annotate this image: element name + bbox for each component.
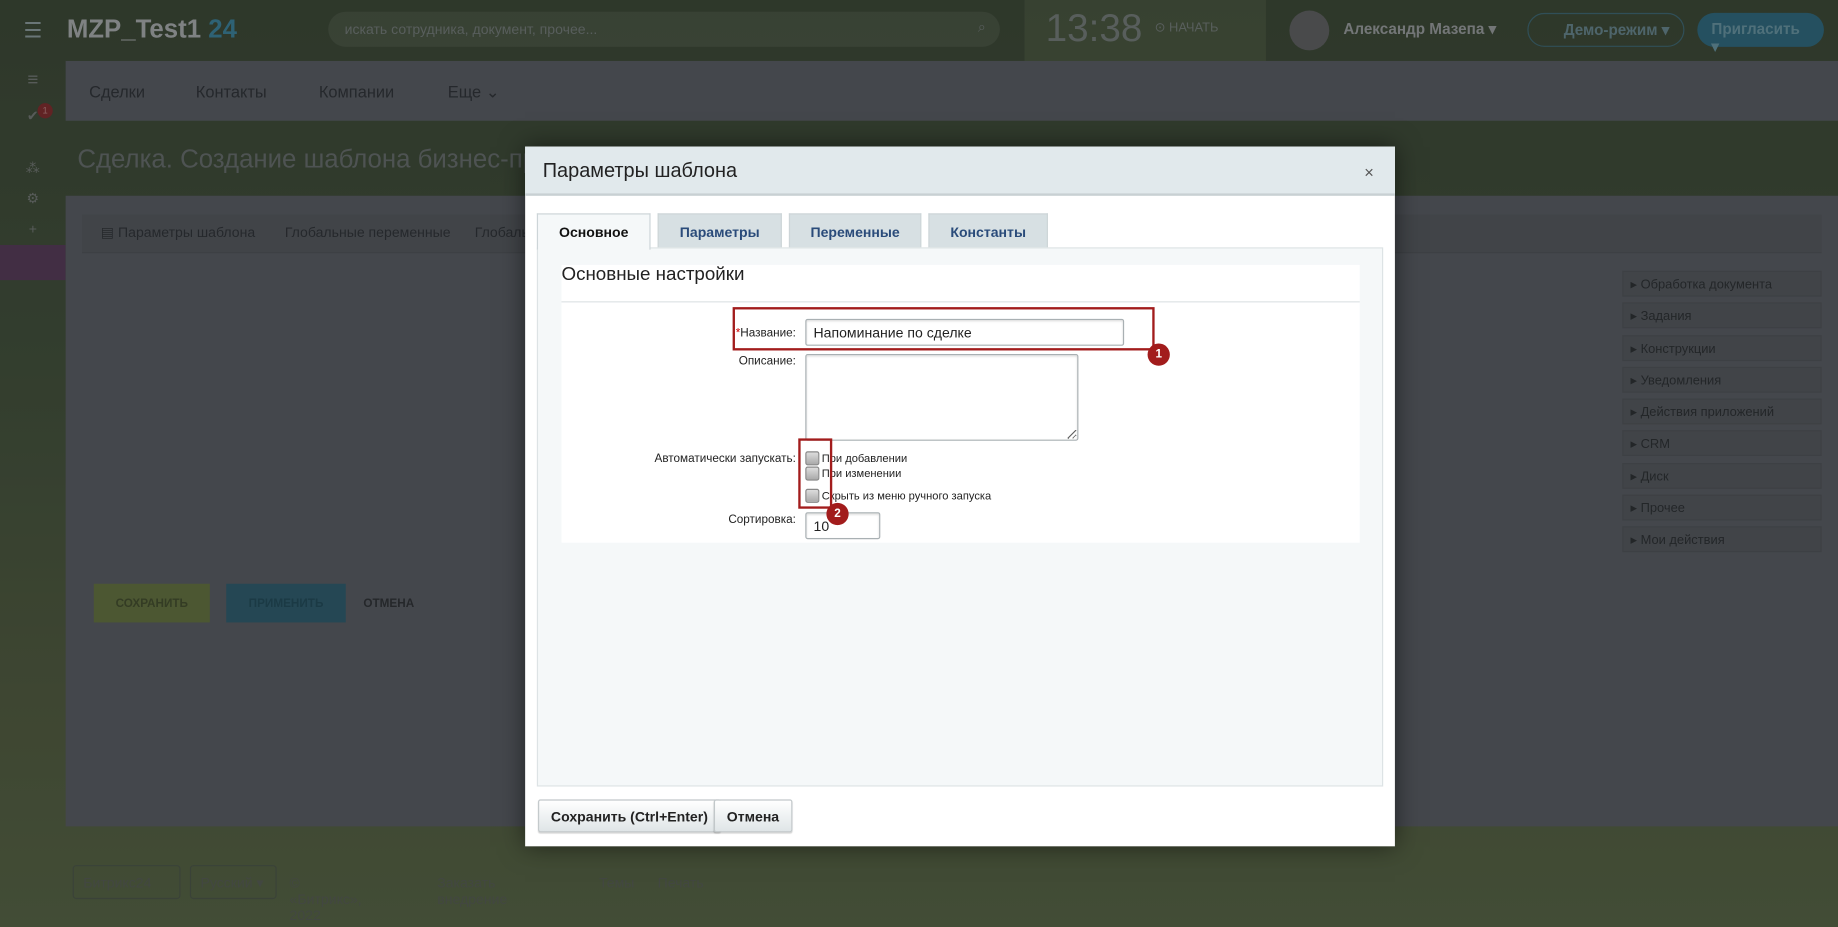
dialog-save-button[interactable]: Сохранить (Ctrl+Enter) <box>538 799 721 833</box>
template-params-dialog: Параметры шаблона × Основное Параметры П… <box>525 146 1395 847</box>
hide-manual-label: Скрыть из меню ручного запуска <box>821 489 992 503</box>
on-add-label: При добавлении <box>821 452 908 466</box>
sort-label: Сортировка: <box>728 513 796 527</box>
close-icon[interactable]: × <box>1364 163 1374 182</box>
annotation-badge-2: 2 <box>826 502 849 526</box>
tab-constants[interactable]: Константы <box>928 213 1048 249</box>
divider <box>561 301 1360 303</box>
annotation-badge-1: 1 <box>1147 343 1170 366</box>
annotation-frame-1 <box>732 307 1155 351</box>
section-title: Основные настройки <box>561 264 745 285</box>
dialog-title: Параметры шаблона <box>542 159 738 182</box>
tab-parameters[interactable]: Параметры <box>657 213 782 249</box>
annotation-frame-2 <box>798 438 833 509</box>
autorun-label: Автоматически запускать: <box>654 452 796 466</box>
description-label: Описание: <box>738 355 796 369</box>
dialog-header: Параметры шаблона × <box>525 146 1395 196</box>
description-textarea[interactable] <box>805 354 1079 441</box>
tab-main[interactable]: Основное <box>536 213 651 250</box>
on-change-label: При изменении <box>821 467 902 481</box>
tab-variables[interactable]: Переменные <box>788 213 922 249</box>
screen: ☰ MZP_Test1 24 искать сотрудника, докуме… <box>0 0 1838 927</box>
dialog-cancel-button[interactable]: Отмена <box>713 799 793 833</box>
